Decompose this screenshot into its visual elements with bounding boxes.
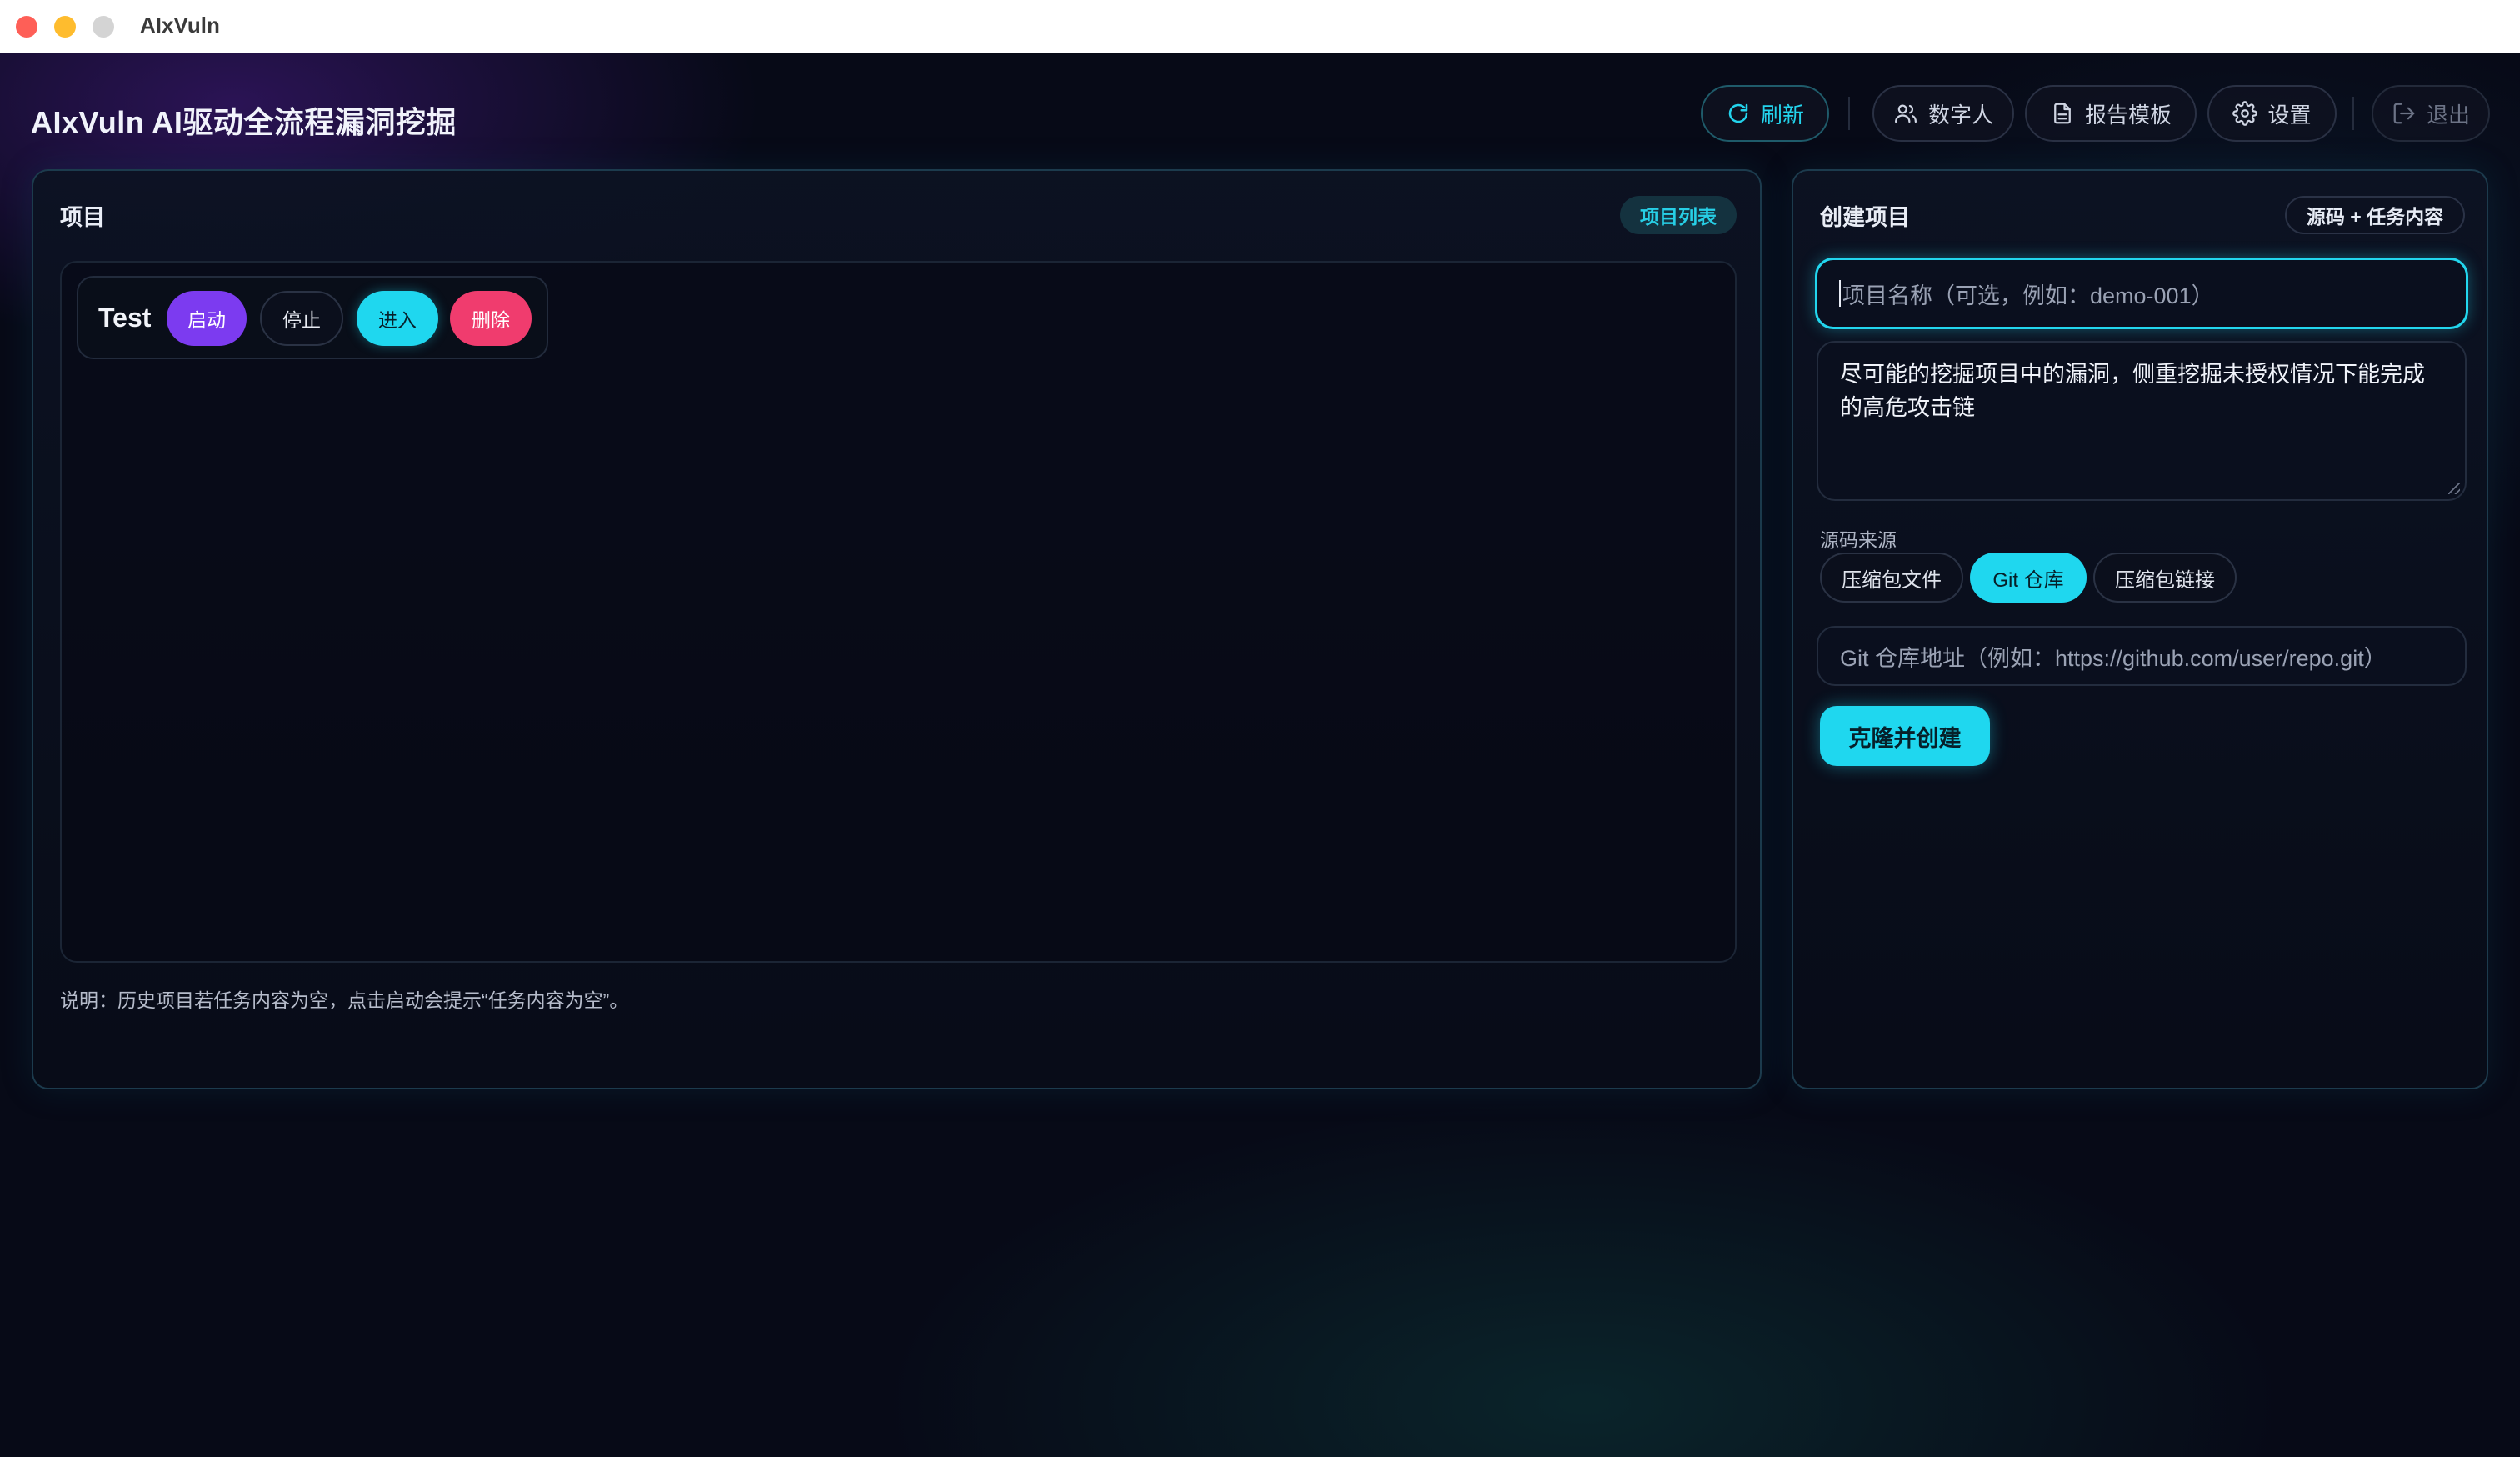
source-option-zip-link[interactable]: 压缩包链接	[2093, 553, 2237, 603]
logout-label: 退出	[2426, 102, 2470, 128]
gear-icon	[2232, 101, 2258, 126]
projects-panel: 项目 项目列表 Test 启动 停止 进入 删除 说明：历史项目若任务内容为空，…	[32, 169, 1762, 1089]
close-window-button[interactable]	[16, 16, 38, 38]
stop-project-button[interactable]: 停止	[260, 291, 343, 346]
refresh-button[interactable]: 刷新	[1701, 85, 1829, 142]
git-repo-placeholder: Git 仓库地址（例如：https://github.com/user/repo…	[1840, 645, 2387, 671]
refresh-icon	[1728, 103, 1748, 123]
textarea-resize-handle[interactable]	[2448, 483, 2460, 494]
task-content-text: 尽可能的挖掘项目中的漏洞，侧重挖掘未授权情况下能完成的高危攻击链	[1840, 362, 2425, 420]
window-title: AIxVuln	[140, 13, 220, 38]
minimize-window-button[interactable]	[54, 16, 76, 38]
projects-panel-title: 项目	[60, 205, 105, 230]
toolbar-divider	[1848, 97, 1850, 130]
git-repo-input[interactable]: Git 仓库地址（例如：https://github.com/user/repo…	[1817, 626, 2467, 686]
source-option-zip-file[interactable]: 压缩包文件	[1820, 553, 1963, 603]
digital-human-label: 数字人	[1928, 102, 1993, 128]
settings-label: 设置	[2268, 102, 2312, 128]
clone-and-create-button[interactable]: 克隆并创建	[1820, 706, 1990, 766]
report-template-label: 报告模板	[2084, 102, 2172, 128]
projects-note: 说明：历史项目若任务内容为空，点击启动会提示“任务内容为空”。	[60, 989, 629, 1011]
toolbar-divider	[2352, 97, 2354, 130]
report-template-button[interactable]: 报告模板	[2025, 85, 2197, 142]
source-option-git-repo[interactable]: Git 仓库	[1970, 553, 2087, 603]
start-project-button[interactable]: 启动	[167, 291, 247, 346]
enter-project-button[interactable]: 进入	[357, 291, 438, 346]
create-mode-badge: 源码 + 任务内容	[2285, 196, 2465, 234]
task-content-textarea[interactable]: 尽可能的挖掘项目中的漏洞，侧重挖掘未授权情况下能完成的高危攻击链	[1817, 341, 2467, 501]
users-icon	[1894, 104, 1917, 123]
create-panel-title: 创建项目	[1820, 205, 1910, 230]
app-window: AIxVuln AIxVuln AI驱动全流程漏洞挖掘 刷新 数字人 报告模板 …	[0, 0, 2520, 1457]
project-list-badge: 项目列表	[1620, 196, 1737, 234]
create-project-panel: 创建项目 源码 + 任务内容 项目名称（可选，例如：demo-001） 尽可能的…	[1792, 169, 2488, 1089]
delete-project-button[interactable]: 删除	[450, 291, 532, 346]
zoom-window-button[interactable]	[92, 16, 114, 38]
project-card: Test 启动 停止 进入 删除	[77, 276, 548, 359]
project-list: Test 启动 停止 进入 删除	[60, 261, 1737, 963]
settings-button[interactable]: 设置	[2208, 85, 2337, 142]
digital-human-button[interactable]: 数字人	[1872, 85, 2014, 142]
project-name-input[interactable]: 项目名称（可选，例如：demo-001）	[1815, 258, 2468, 329]
page-title: AIxVuln AI驱动全流程漏洞挖掘	[31, 105, 457, 139]
document-icon	[2054, 103, 2071, 124]
source-label: 源码来源	[1820, 529, 1897, 551]
logout-button[interactable]: 退出	[2372, 85, 2490, 142]
project-name-placeholder: 项目名称（可选，例如：demo-001）	[1842, 283, 2214, 308]
app-content: AIxVuln AI驱动全流程漏洞挖掘 刷新 数字人 报告模板 设置 退出 项目…	[0, 53, 2520, 1457]
logout-icon	[2393, 103, 2415, 124]
text-caret	[1839, 280, 1841, 307]
window-titlebar: AIxVuln	[0, 0, 2520, 54]
project-name: Test	[98, 303, 152, 333]
refresh-label: 刷新	[1760, 102, 1804, 128]
